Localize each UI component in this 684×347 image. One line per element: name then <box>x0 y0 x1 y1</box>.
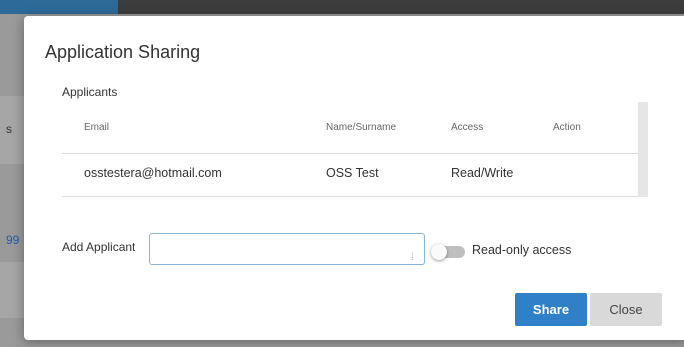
column-header-name[interactable]: Name/Surname <box>326 122 396 133</box>
background-link[interactable]: 99 <box>6 233 19 247</box>
background-text: s <box>6 122 12 136</box>
applicant-name: OSS Test <box>326 166 379 180</box>
column-header-access[interactable]: Access <box>451 122 483 133</box>
applicant-email: osstestera@hotmail.com <box>84 166 222 180</box>
table-scrollbar[interactable] <box>638 102 648 197</box>
applicants-label: Applicants <box>62 85 118 99</box>
row-divider <box>62 196 642 197</box>
background-nav-accent <box>0 0 118 14</box>
header-divider <box>62 153 642 154</box>
toggle-knob-icon <box>431 244 447 260</box>
application-sharing-dialog: Application Sharing Applicants Email Nam… <box>24 16 684 340</box>
close-button[interactable]: Close <box>590 293 662 326</box>
applicant-access: Read/Write <box>451 166 514 180</box>
column-header-email[interactable]: Email <box>84 122 109 133</box>
dialog-title: Application Sharing <box>45 42 201 62</box>
readonly-access-label: Read-only access <box>472 243 572 257</box>
readonly-toggle-switch[interactable] <box>431 244 465 260</box>
add-applicant-input[interactable] <box>149 233 425 265</box>
input-resize-handle-icon: ⁞ <box>411 252 414 263</box>
background-row <box>0 96 24 164</box>
share-button[interactable]: Share <box>515 293 587 326</box>
column-header-action[interactable]: Action <box>553 122 581 133</box>
applicants-table: Email Name/Surname Access Action osstest… <box>62 102 650 197</box>
background-row <box>0 262 24 318</box>
background-top-bar <box>0 0 684 14</box>
add-applicant-label: Add Applicant <box>62 240 136 254</box>
